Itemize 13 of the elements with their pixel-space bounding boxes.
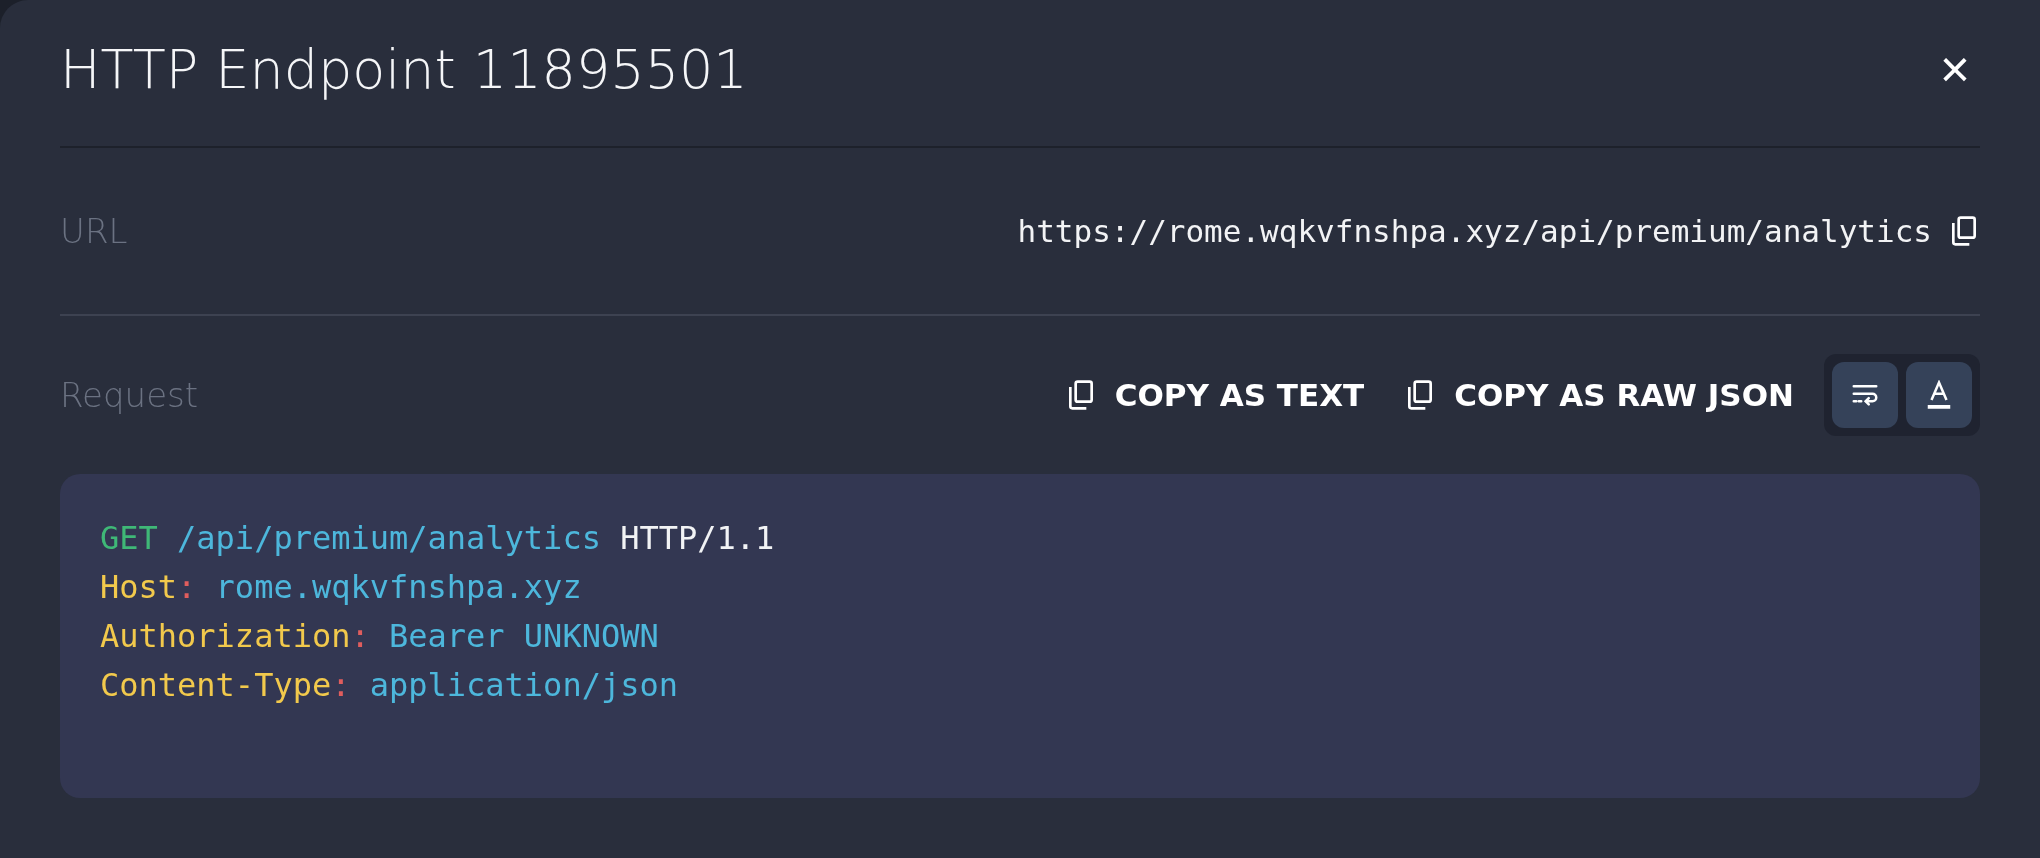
copy-button[interactable]: COPY AS RAW JSON <box>1404 377 1794 413</box>
url-value: https://rome.wqkvfnshpa.xyz/api/premium/analytics <box>1017 213 1932 249</box>
code-line: GET /api/premium/analytics HTTP/1.1 <box>100 518 775 559</box>
code-line: Content-Type: application/json <box>100 665 678 706</box>
code-line: Host: rome.wqkvfnshpa.xyz <box>100 567 582 608</box>
url-label: URL <box>60 211 128 251</box>
wrap-toggle[interactable] <box>1832 362 1898 428</box>
request-label: Request <box>60 375 199 415</box>
code-line: Authorization: Bearer UNKNOWN <box>100 616 659 657</box>
font-toggle[interactable] <box>1906 362 1972 428</box>
dialog-title: HTTP Endpoint 11895501 <box>60 37 748 101</box>
copy-button[interactable]: COPY AS TEXT <box>1064 377 1365 413</box>
close-button[interactable]: × <box>1929 43 1980 95</box>
